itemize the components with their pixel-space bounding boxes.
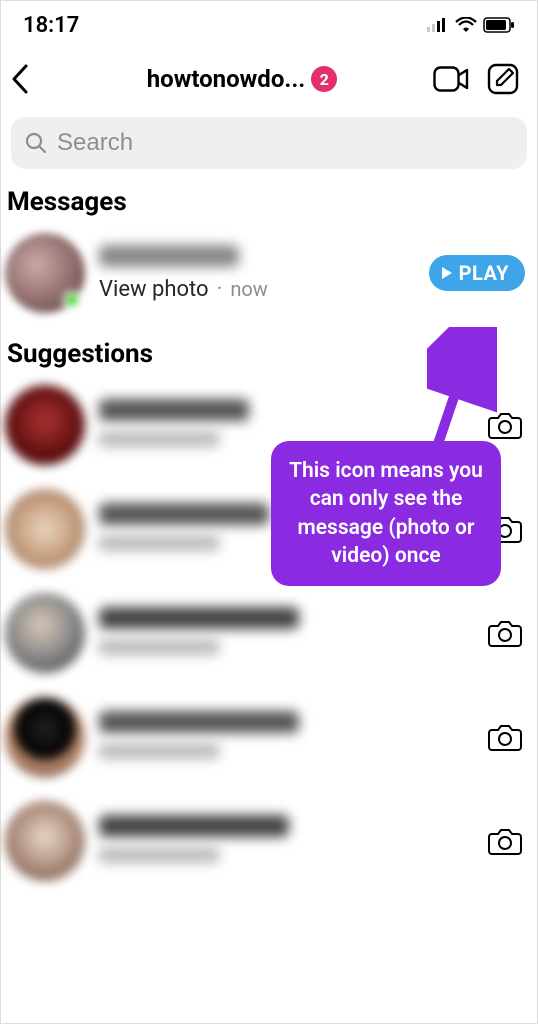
search-field[interactable]	[11, 117, 527, 169]
camera-icon	[488, 723, 522, 751]
camera-button[interactable]	[485, 723, 525, 751]
suggestion-username	[99, 711, 471, 743]
camera-icon	[488, 619, 522, 647]
status-bar: 18:17	[1, 1, 537, 49]
suggestion-row[interactable]	[1, 789, 537, 893]
avatar	[5, 385, 85, 465]
play-button[interactable]: PLAY	[429, 255, 525, 291]
header: howtonowdo... 2	[1, 49, 537, 109]
search-container	[1, 109, 537, 173]
annotation-callout: This icon means you can only see the mes…	[271, 441, 501, 586]
suggestion-text	[99, 815, 471, 867]
battery-icon	[483, 17, 515, 33]
search-input[interactable]	[57, 129, 513, 157]
search-icon	[25, 132, 47, 154]
camera-button[interactable]	[485, 619, 525, 647]
annotation-arrow	[427, 327, 497, 457]
chevron-left-icon	[11, 64, 29, 94]
play-icon	[441, 266, 453, 280]
header-title: howtonowdo...	[147, 65, 306, 93]
suggestion-text	[99, 711, 471, 763]
back-button[interactable]	[11, 64, 51, 94]
video-call-button[interactable]	[433, 66, 469, 92]
callout-text: This icon means you can only see the mes…	[289, 459, 483, 568]
header-title-wrap[interactable]: howtonowdo... 2	[51, 65, 433, 93]
message-subtitle: View photo	[99, 277, 209, 302]
status-indicators	[427, 17, 515, 33]
suggestion-row[interactable]	[1, 685, 537, 789]
camera-icon	[488, 827, 522, 855]
suggestion-row[interactable]	[1, 581, 537, 685]
video-camera-icon	[433, 66, 469, 92]
camera-button[interactable]	[485, 827, 525, 855]
suggestion-username	[99, 607, 471, 639]
cellular-icon	[427, 18, 449, 32]
avatar	[5, 489, 85, 569]
suggestion-subtitle	[99, 743, 471, 763]
play-label: PLAY	[459, 261, 509, 285]
online-indicator	[63, 291, 81, 309]
avatar	[5, 697, 85, 777]
suggestion-username	[99, 815, 471, 847]
separator-dot: ·	[217, 277, 223, 302]
message-username	[99, 245, 415, 277]
header-actions	[433, 63, 527, 95]
message-time: now	[230, 277, 267, 301]
messages-heading: Messages	[1, 173, 537, 221]
compose-button[interactable]	[487, 63, 519, 95]
message-text: View photo · now	[99, 245, 415, 302]
avatar	[5, 593, 85, 673]
message-row[interactable]: View photo · now PLAY	[1, 221, 537, 325]
wifi-icon	[455, 17, 477, 33]
suggestion-subtitle	[99, 639, 471, 659]
suggestion-username	[99, 399, 471, 431]
status-time: 18:17	[23, 13, 79, 38]
compose-icon	[487, 63, 519, 95]
suggestion-text	[99, 607, 471, 659]
avatar	[5, 233, 85, 313]
suggestion-subtitle	[99, 847, 471, 867]
unread-badge: 2	[311, 66, 337, 92]
avatar	[5, 801, 85, 881]
